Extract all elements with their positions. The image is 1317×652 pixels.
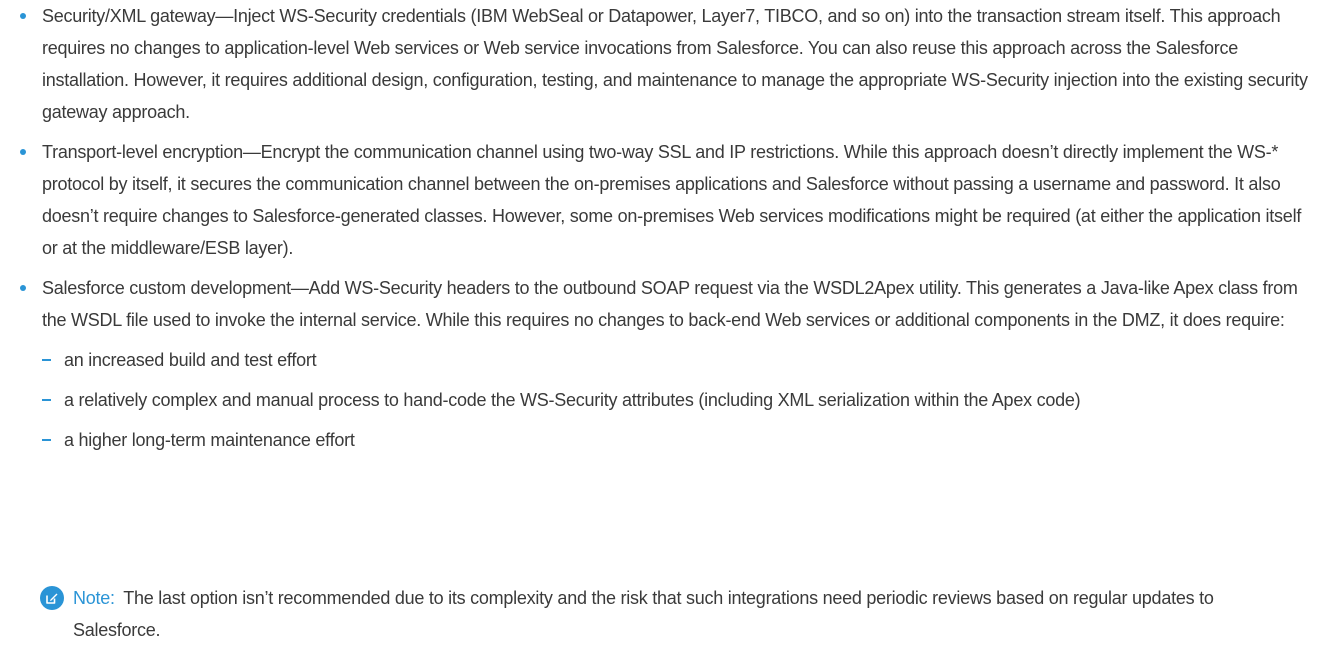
sub-bullet-item: a higher long-term maintenance effort xyxy=(42,424,1310,456)
edit-note-icon xyxy=(40,586,64,610)
bullet-dot xyxy=(20,285,26,291)
document-page: Security/XML gateway—Inject WS-Security … xyxy=(0,0,1317,652)
note-text: The last option isn’t recommended due to… xyxy=(73,588,1214,640)
bullet-item-custom-development: Salesforce custom development—Add WS-Sec… xyxy=(20,272,1310,456)
note-label: Note: xyxy=(73,588,115,608)
sub-bullet-list: an increased build and test effort a rel… xyxy=(42,344,1310,456)
bullet-text: Transport-level encryption—Encrypt the c… xyxy=(42,142,1302,258)
dash-marker xyxy=(42,439,51,441)
bullet-dot xyxy=(20,13,26,19)
sub-bullet-text: a relatively complex and manual process … xyxy=(64,390,1081,410)
bullet-item-transport-encryption: Transport-level encryption—Encrypt the c… xyxy=(20,136,1310,264)
bullet-dot xyxy=(20,149,26,155)
bullet-text: Salesforce custom development—Add WS-Sec… xyxy=(42,278,1298,330)
bullet-text: Security/XML gateway—Inject WS-Security … xyxy=(42,6,1308,122)
note-body: Note: The last option isn’t recommended … xyxy=(40,582,1300,646)
sub-bullet-item: an increased build and test effort xyxy=(42,344,1310,376)
bullet-item-security-gateway: Security/XML gateway—Inject WS-Security … xyxy=(20,0,1310,128)
note-callout: Note: The last option isn’t recommended … xyxy=(40,582,1300,646)
bullet-list: Security/XML gateway—Inject WS-Security … xyxy=(20,0,1310,464)
sub-bullet-text: an increased build and test effort xyxy=(64,350,317,370)
sub-bullet-text: a higher long-term maintenance effort xyxy=(64,430,355,450)
dash-marker xyxy=(42,359,51,361)
dash-marker xyxy=(42,399,51,401)
sub-bullet-item: a relatively complex and manual process … xyxy=(42,384,1310,416)
